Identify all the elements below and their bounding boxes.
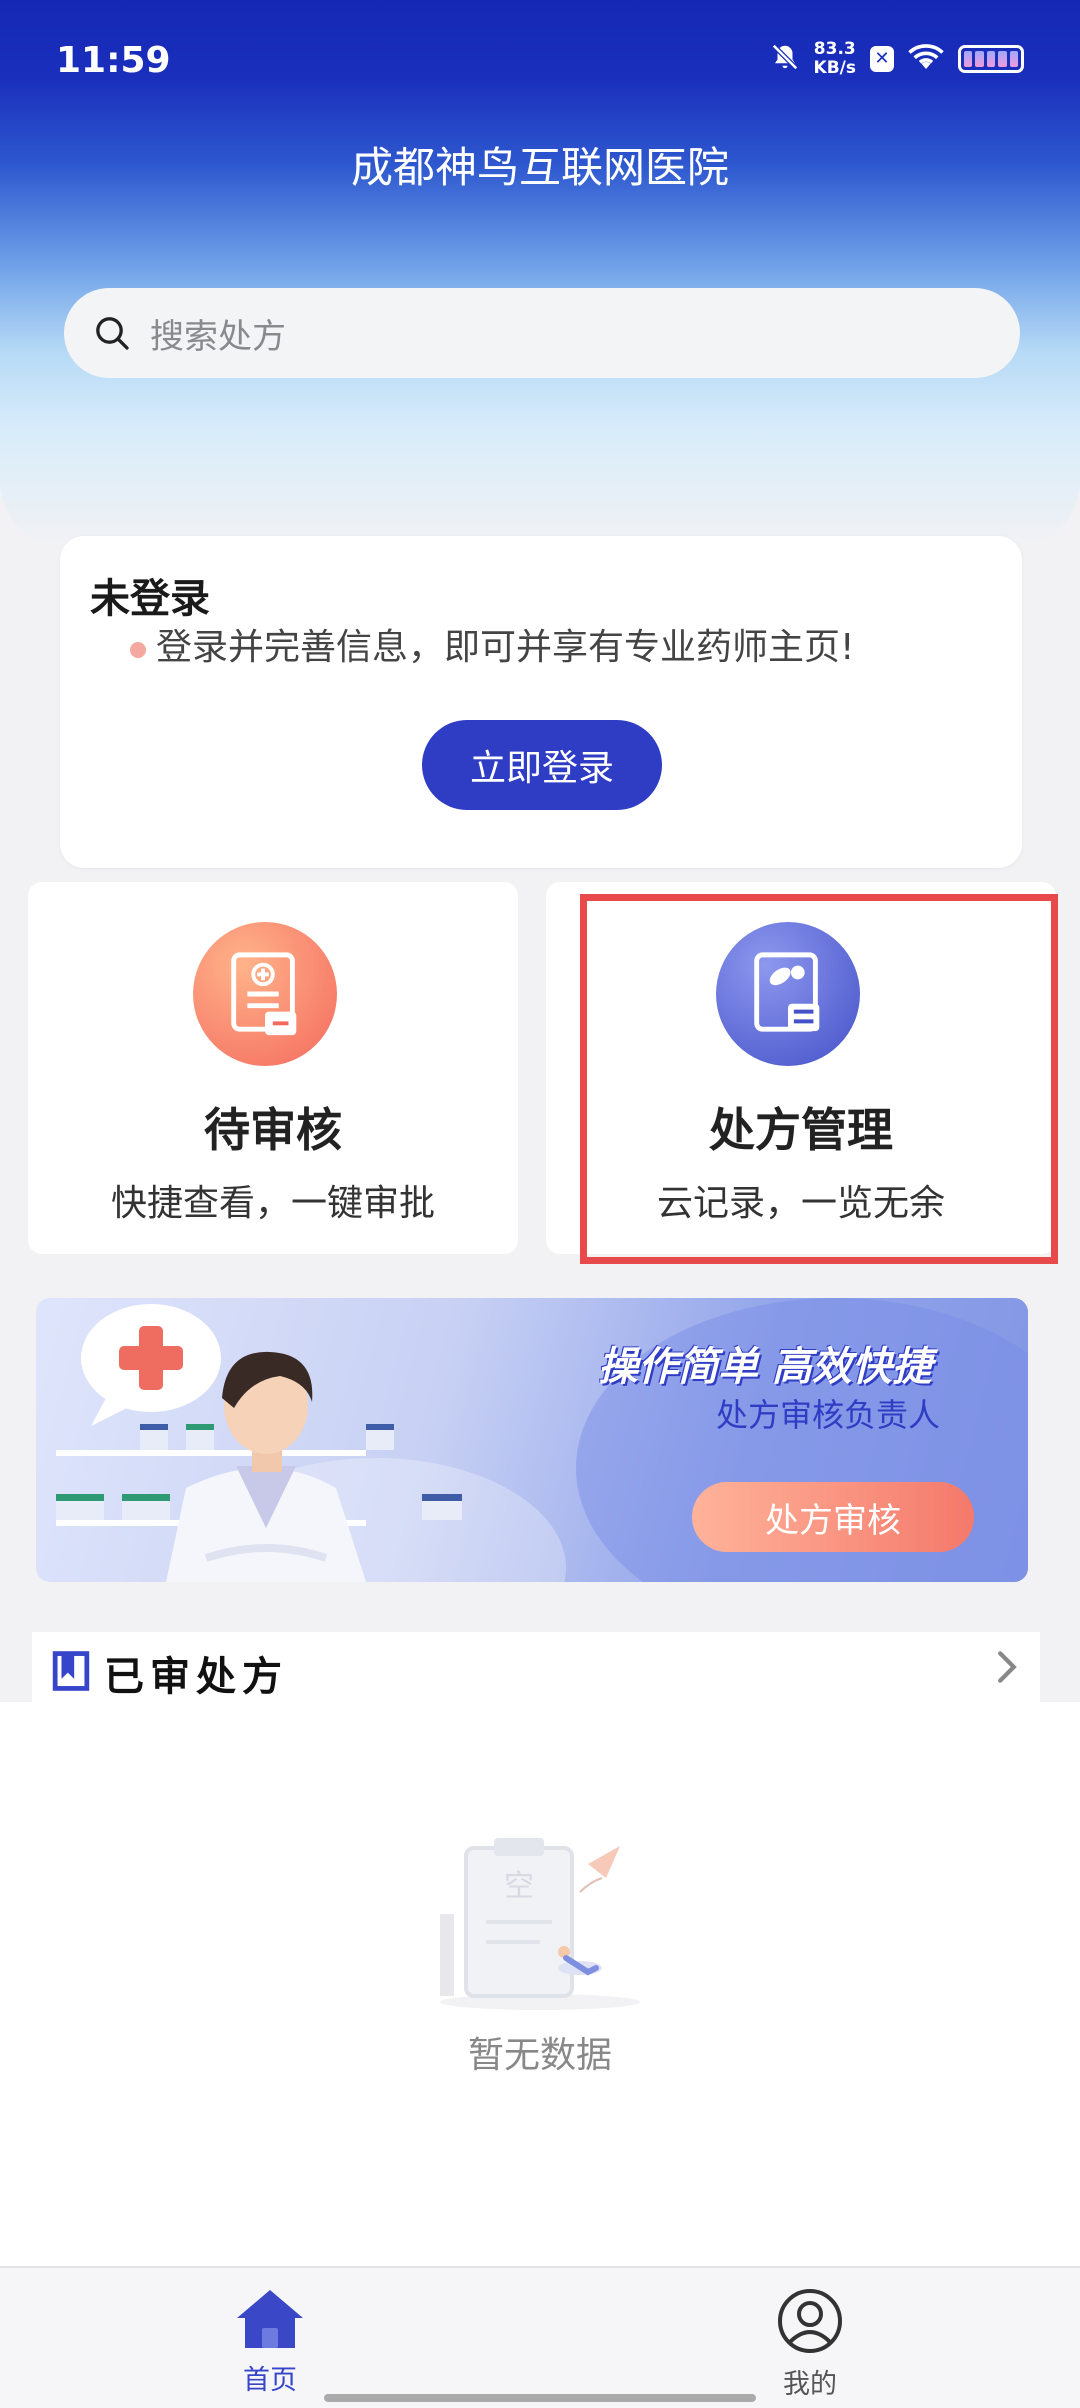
home-indicator	[324, 2394, 756, 2402]
login-tip: 登录并完善信息，即可并享有专业药师主页!	[156, 627, 855, 668]
promo-banner[interactable]: 操作简单 高效快捷 处方审核负责人 处方审核	[36, 1298, 1028, 1582]
tab-profile-label: 我的	[783, 2369, 837, 2400]
tab-home-label: 首页	[243, 2365, 297, 2396]
status-bar: 11:59 83.3 KB/s ✕	[0, 0, 1080, 126]
pharmacist-illustration	[56, 1304, 462, 1582]
login-status-title: 未登录	[90, 576, 210, 622]
empty-text: 暂无数据	[467, 2035, 612, 2076]
profile-icon	[778, 2289, 842, 2353]
search-input[interactable]: 搜索处方	[64, 288, 1020, 378]
pending-review-title: 待审核	[204, 1103, 342, 1157]
status-time: 11:59	[56, 40, 171, 81]
tab-home[interactable]: 首页	[210, 2288, 330, 2397]
login-button[interactable]: 立即登录	[422, 720, 662, 810]
tab-profile[interactable]: 我的	[750, 2288, 870, 2401]
reviewed-prescriptions-header[interactable]: 已审处方	[32, 1632, 1040, 1702]
chevron-right-icon[interactable]	[996, 1650, 1018, 1684]
search-icon	[96, 317, 129, 350]
prescription-review-button[interactable]: 处方审核	[692, 1482, 974, 1552]
search-placeholder: 搜索处方	[150, 316, 286, 357]
svg-text:空: 空	[504, 1869, 534, 1904]
bookmark-icon	[52, 1651, 90, 1691]
empty-state: 空 暂无数据	[0, 1702, 1080, 2266]
banner-headline: 操作简单 高效快捷	[598, 1344, 932, 1390]
banner-subline: 处方审核负责人	[716, 1396, 941, 1434]
reviewed-prescriptions-title: 已审处方	[104, 1654, 288, 1700]
home-icon	[237, 2290, 303, 2348]
empty-clipboard-icon: 空	[440, 1838, 640, 2010]
battery-icon	[958, 45, 1024, 73]
x-badge-icon: ✕	[870, 46, 894, 72]
bottom-tab-bar: 首页 我的	[0, 2266, 1080, 2408]
pending-review-card[interactable]: 待审核 快捷查看，一键审批	[28, 882, 518, 1254]
mute-bell-icon	[770, 42, 800, 76]
status-icons: 83.3 KB/s ✕	[770, 40, 1024, 78]
pending-review-icon	[193, 922, 337, 1066]
pending-review-subtitle: 快捷查看，一键审批	[110, 1183, 435, 1224]
network-speed: 83.3 KB/s	[813, 39, 856, 78]
tip-dot-icon	[130, 642, 146, 658]
highlight-outline	[580, 894, 1058, 1264]
wifi-icon	[908, 42, 944, 76]
app-title: 成都神鸟互联网医院	[350, 143, 729, 192]
login-card: 未登录 登录并完善信息，即可并享有专业药师主页! 立即登录	[60, 536, 1022, 868]
